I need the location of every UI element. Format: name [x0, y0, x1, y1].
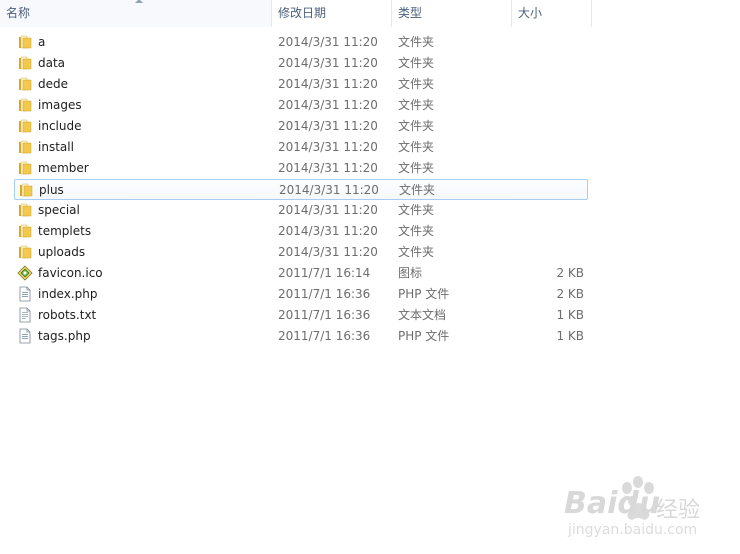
file-row[interactable]: templets 2014/3/31 11:20 文件夹 — [14, 221, 588, 242]
file-type: 文件夹 — [398, 140, 435, 154]
file-row[interactable]: robots.txt 2011/7/1 16:36 文本文档 1 KB — [14, 305, 588, 326]
file-type: 文件夹 — [398, 245, 435, 259]
file-name: plus — [39, 183, 64, 197]
file-type: 文件夹 — [398, 203, 435, 217]
column-header: 名称 修改日期 类型 大小 — [0, 0, 740, 27]
file-name: include — [38, 119, 82, 133]
file-name: dede — [38, 77, 68, 91]
file-type: 文件夹 — [399, 183, 436, 197]
file-row[interactable]: special 2014/3/31 11:20 文件夹 — [14, 200, 588, 221]
file-date: 2014/3/31 11:20 — [278, 77, 378, 91]
file-row[interactable]: include 2014/3/31 11:20 文件夹 — [14, 116, 588, 137]
file-date: 2014/3/31 11:20 — [278, 35, 378, 49]
file-type: 文件夹 — [398, 119, 435, 133]
column-header-type[interactable]: 类型 — [392, 0, 512, 27]
file-name: member — [38, 161, 89, 175]
file-type: 文件夹 — [398, 98, 435, 112]
file-row[interactable]: uploads 2014/3/31 11:20 文件夹 — [14, 242, 588, 263]
file-size: 1 KB — [556, 308, 584, 322]
file-date: 2011/7/1 16:36 — [278, 329, 371, 343]
column-header-date[interactable]: 修改日期 — [272, 0, 392, 27]
document-icon — [17, 328, 33, 344]
file-row[interactable]: install 2014/3/31 11:20 文件夹 — [14, 137, 588, 158]
file-name: robots.txt — [38, 308, 97, 322]
file-date: 2011/7/1 16:36 — [278, 287, 371, 301]
file-type: PHP 文件 — [398, 287, 450, 301]
file-type: 文件夹 — [398, 224, 435, 238]
folder-icon — [17, 202, 33, 218]
column-header-name[interactable]: 名称 — [0, 0, 272, 27]
file-type: 文件夹 — [398, 56, 435, 70]
file-name: templets — [38, 224, 92, 238]
file-name: uploads — [38, 245, 86, 259]
file-name: favicon.ico — [38, 266, 103, 280]
folder-icon — [18, 182, 34, 198]
file-type: 图标 — [398, 266, 423, 280]
folder-icon — [17, 118, 33, 134]
file-date: 2011/7/1 16:14 — [278, 266, 371, 280]
file-name: index.php — [38, 287, 98, 301]
file-type: 文件夹 — [398, 35, 435, 49]
file-row-selected[interactable]: plus 2014/3/31 11:20 文件夹 — [14, 179, 588, 200]
folder-icon — [17, 160, 33, 176]
file-row[interactable]: dede 2014/3/31 11:20 文件夹 — [14, 74, 588, 95]
file-name: tags.php — [38, 329, 91, 343]
file-row[interactable]: a 2014/3/31 11:20 文件夹 — [14, 32, 588, 53]
favicon-icon — [17, 265, 33, 281]
column-header-size[interactable]: 大小 — [512, 0, 592, 27]
file-type: PHP 文件 — [398, 329, 450, 343]
text-document-icon — [17, 307, 33, 323]
file-type: 文本文档 — [398, 308, 447, 322]
file-date: 2014/3/31 11:20 — [278, 224, 378, 238]
watermark-brand-suffix: 经验 — [656, 498, 701, 523]
folder-icon — [17, 139, 33, 155]
file-row[interactable]: images 2014/3/31 11:20 文件夹 — [14, 95, 588, 116]
file-type: 文件夹 — [398, 161, 435, 175]
folder-icon — [17, 97, 33, 113]
file-size: 1 KB — [556, 329, 584, 343]
file-row[interactable]: index.php 2011/7/1 16:36 PHP 文件 2 KB — [14, 284, 588, 305]
file-size: 2 KB — [556, 287, 584, 301]
file-size: 2 KB — [556, 266, 584, 280]
file-name: a — [38, 35, 46, 49]
file-row[interactable]: tags.php 2011/7/1 16:36 PHP 文件 1 KB — [14, 326, 588, 347]
file-row[interactable]: favicon.ico 2011/7/1 16:14 图标 2 KB — [14, 263, 588, 284]
watermark-brand: Baidu — [564, 486, 661, 521]
file-date: 2011/7/1 16:36 — [278, 308, 371, 322]
file-row[interactable]: member 2014/3/31 11:20 文件夹 — [14, 158, 588, 179]
file-date: 2014/3/31 11:20 — [278, 203, 378, 217]
watermark-url: jingyan.baidu.com — [568, 522, 698, 538]
file-name: data — [38, 56, 66, 70]
folder-icon — [17, 55, 33, 71]
file-name: special — [38, 203, 80, 217]
file-date: 2014/3/31 11:20 — [278, 140, 378, 154]
sort-ascending-icon — [135, 0, 143, 3]
file-name: install — [38, 140, 74, 154]
document-icon — [17, 286, 33, 302]
folder-icon — [17, 244, 33, 260]
file-date: 2014/3/31 11:20 — [278, 161, 378, 175]
file-date: 2014/3/31 11:20 — [278, 119, 378, 133]
file-date: 2014/3/31 11:20 — [278, 56, 378, 70]
folder-icon — [17, 76, 33, 92]
file-row[interactable]: data 2014/3/31 11:20 文件夹 — [14, 53, 588, 74]
folder-icon — [17, 34, 33, 50]
file-date: 2014/3/31 11:20 — [279, 183, 379, 197]
file-date: 2014/3/31 11:20 — [278, 245, 378, 259]
file-name: images — [38, 98, 82, 112]
file-date: 2014/3/31 11:20 — [278, 98, 378, 112]
baidu-jingyan-watermark: Baidu 经验 jingyan.baidu.com — [560, 470, 740, 550]
folder-icon — [17, 223, 33, 239]
file-type: 文件夹 — [398, 77, 435, 91]
